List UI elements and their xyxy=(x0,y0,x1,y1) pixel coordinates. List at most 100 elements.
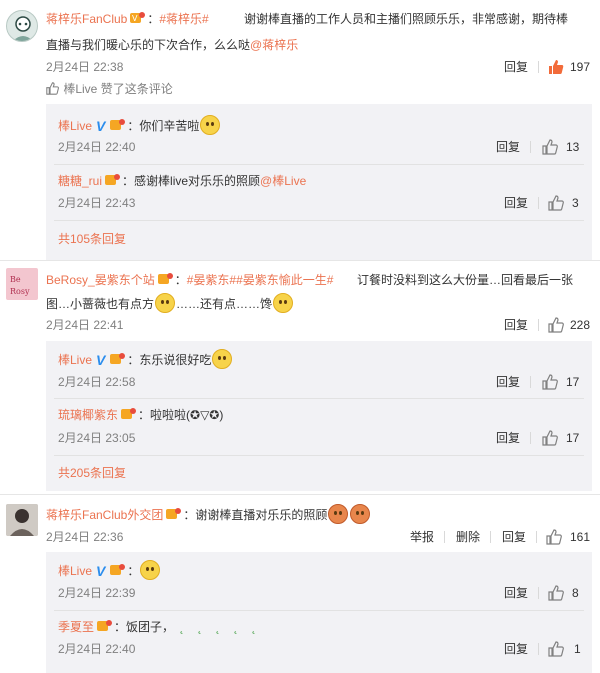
reply-author[interactable]: 棒Live xyxy=(58,353,92,367)
topic-link[interactable]: #蒋梓乐# xyxy=(159,12,208,26)
comment-author[interactable]: BeRosy_晏紫东个站 xyxy=(46,273,155,287)
comment-text-line-1: 蒋梓乐FanClub外交团 ：谢谢棒直播对乐乐的照顾 xyxy=(46,504,371,525)
reply-button[interactable]: 回复 xyxy=(504,315,528,335)
reply-time: 2月24日 22:58 xyxy=(58,375,136,389)
laugh-emoji-icon xyxy=(212,349,233,369)
report-button[interactable]: 举报 xyxy=(410,527,434,547)
reply-2-text: 季夏至 ：饭团子， ˛˛˛˛˛ xyxy=(58,619,271,634)
thumbs-up-outline-icon xyxy=(46,81,60,101)
member-badge-icon: V xyxy=(129,11,146,25)
verified-v-icon: V xyxy=(96,563,106,579)
comment-text: 谢谢棒直播的工作人员和主播们照顾乐乐，非常感谢，期待棒 xyxy=(244,12,569,26)
reply-author[interactable]: 季夏至 xyxy=(58,620,94,634)
divider xyxy=(530,432,531,444)
reply-author[interactable]: 棒Live xyxy=(58,564,92,578)
topic-link[interactable]: #晏紫东# xyxy=(187,273,236,287)
like-count: 17 xyxy=(566,375,580,389)
reply-button[interactable]: 回复 xyxy=(504,57,528,77)
verified-v-icon: V xyxy=(96,352,106,368)
avatar[interactable]: Be Rosy xyxy=(6,268,38,300)
svg-text:V: V xyxy=(132,14,138,23)
reply-button[interactable]: 回复 xyxy=(504,583,528,603)
liked-by-notice: 棒Live 赞了这条评论 xyxy=(46,79,173,101)
like-count: 8 xyxy=(572,586,579,600)
member-badge-icon xyxy=(104,173,121,187)
member-badge-icon xyxy=(120,407,137,421)
comment-text-1a: 谢谢棒直播的工作人员和主播们照顾乐乐，非常感谢，期待棒 xyxy=(244,9,568,29)
comment-author[interactable]: 蒋梓乐FanClub xyxy=(46,12,127,26)
member-badge-icon xyxy=(96,619,113,633)
reply-1-text: 棒Live V ：你们辛苦啦 xyxy=(58,115,221,136)
comment-text-cont-2: ……还有点……馋 xyxy=(176,297,273,311)
mention-link[interactable]: @棒Live xyxy=(260,174,306,188)
thumbs-up-liked-icon[interactable] xyxy=(548,59,564,75)
member-badge-icon xyxy=(109,563,126,577)
divider xyxy=(54,164,584,165)
divider xyxy=(54,610,584,611)
avatar-text: Be Rosy xyxy=(10,275,30,296)
reply-author[interactable]: 糖糖_rui xyxy=(58,174,102,188)
thumbs-up-icon[interactable] xyxy=(546,529,562,545)
member-badge-icon xyxy=(109,118,126,132)
reply-button[interactable]: 回复 xyxy=(496,428,520,448)
thumbs-up-icon[interactable] xyxy=(542,430,558,446)
divider xyxy=(530,141,531,153)
divider xyxy=(538,61,539,73)
mention-link[interactable]: @蒋梓乐 xyxy=(250,38,298,52)
more-replies-link[interactable]: 共205条回复 xyxy=(58,463,126,483)
divider xyxy=(538,319,539,331)
reply-text: 东乐说很好吃 xyxy=(139,353,212,367)
comment-time: 2月24日 22:38 xyxy=(46,60,124,74)
comment-author[interactable]: 蒋梓乐FanClub外交团 xyxy=(46,508,163,522)
sweat-emoji-icon xyxy=(155,293,176,313)
avatar[interactable] xyxy=(6,504,38,536)
thumbs-up-icon[interactable] xyxy=(542,374,558,390)
comment-text-line-2: 直播与我们暖心乐的下次合作，么么哒@蒋梓乐 xyxy=(46,35,298,55)
reply-1-text: 棒Live V： xyxy=(58,560,161,581)
thumbs-up-icon[interactable] xyxy=(548,195,564,211)
avatar[interactable] xyxy=(6,10,38,42)
like-count: 161 xyxy=(570,530,591,544)
reply-time: 2月24日 22:40 xyxy=(58,642,136,656)
reply-text: 你们辛苦啦 xyxy=(139,119,200,133)
divider xyxy=(54,455,584,456)
comment-time: 2月24日 22:36 xyxy=(46,530,124,544)
reply-button[interactable]: 回复 xyxy=(504,193,528,213)
like-count: 228 xyxy=(570,318,591,332)
reply-author[interactable]: 琉璃椰紫东 xyxy=(58,408,118,422)
thumbs-up-icon[interactable] xyxy=(548,585,564,601)
reply-2-text: 糖糖_rui ：感谢棒live对乐乐的照顾@棒Live xyxy=(58,173,307,188)
verified-v-icon: V xyxy=(96,118,106,134)
reply-text: 感谢棒live对乐乐的照顾 xyxy=(134,174,261,188)
reply-button[interactable]: 回复 xyxy=(502,527,526,547)
more-replies-link[interactable]: 共105条回复 xyxy=(58,229,126,249)
reply-button[interactable]: 回复 xyxy=(504,639,528,659)
like-count: 3 xyxy=(572,196,579,210)
reply-button[interactable]: 回复 xyxy=(496,372,520,392)
comment-text-line-1: BeRosy_晏紫东个站 ：#晏紫东##晏紫东愉此一生# xyxy=(46,272,334,287)
reply-author[interactable]: 棒Live xyxy=(58,119,92,133)
reply-text: 啦啦啦(✪▽✪) xyxy=(150,408,224,422)
divider xyxy=(536,531,537,543)
reply-time: 2月24日 22:39 xyxy=(58,586,136,600)
reply-button[interactable]: 回复 xyxy=(496,137,520,157)
divider xyxy=(490,531,491,543)
comment-time: 2月24日 22:41 xyxy=(46,318,124,332)
topic-link-2[interactable]: #晏紫东愉此一生# xyxy=(236,273,333,287)
reply-time: 2月24日 22:40 xyxy=(58,140,136,154)
delete-button[interactable]: 删除 xyxy=(456,527,480,547)
like-count: 1 xyxy=(574,642,581,656)
member-badge-icon xyxy=(157,272,173,286)
divider xyxy=(54,398,584,399)
divider xyxy=(538,643,539,655)
grass-emoji-icon: ˛˛˛˛˛ xyxy=(180,620,271,634)
comment-text-1a: 订餐时没料到这么大份量…回看最后一张 xyxy=(357,270,573,290)
thumbs-up-icon[interactable] xyxy=(542,139,558,155)
comment-text-cont: 图…小蔷薇也有点方 xyxy=(46,297,155,311)
thumbs-up-icon[interactable] xyxy=(548,317,564,333)
thumbs-up-icon[interactable] xyxy=(548,641,564,657)
reply-time: 2月24日 23:05 xyxy=(58,431,136,445)
divider xyxy=(444,531,445,543)
reply-2-text: 琉璃椰紫东 ：啦啦啦(✪▽✪) xyxy=(58,407,224,422)
cry-emoji-icon xyxy=(350,504,371,524)
